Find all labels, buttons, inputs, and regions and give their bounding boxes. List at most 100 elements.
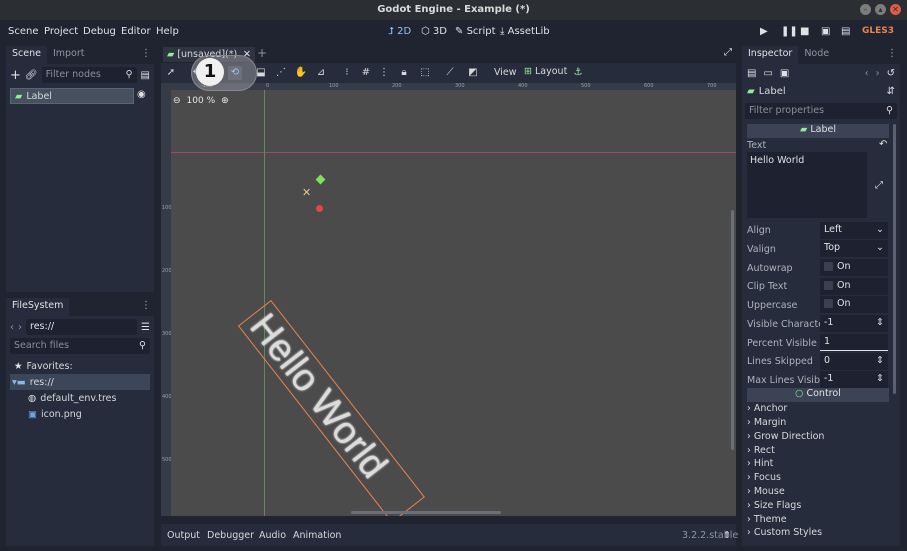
section-custom-styles[interactable]: › Custom Styles [747, 527, 889, 541]
file-row[interactable]: ▣ icon.png [10, 406, 150, 422]
prop-lines-skipped-spinbox[interactable]: 0 ⇕ [820, 353, 888, 370]
workspace-assetlib-button[interactable]: ⤓ AssetLib [500, 26, 550, 37]
menu-help[interactable]: Help [156, 26, 179, 37]
renderer-button[interactable]: GLES3 [862, 26, 894, 36]
grid-snap-icon[interactable]: # [359, 66, 373, 80]
section-size-flags[interactable]: › Size Flags [747, 500, 889, 514]
root-folder-row[interactable]: ▾▬ res:// [10, 374, 150, 390]
section-margin[interactable]: › Margin [747, 417, 889, 431]
prop-percent-visible-slider[interactable]: 1 [820, 334, 888, 351]
menu-project[interactable]: Project [44, 26, 78, 37]
pause-icon[interactable]: ❚❚ [781, 26, 798, 37]
pivot-icon[interactable]: ✕ [302, 186, 311, 199]
new-tab-icon[interactable]: + [257, 46, 267, 60]
back-icon[interactable]: ‹ [10, 322, 14, 333]
path-field[interactable]: res:// [26, 319, 138, 335]
workspace-script-button[interactable]: ✎ Script [455, 26, 496, 37]
history-icon[interactable]: ↺ [887, 68, 895, 79]
layout-menu[interactable]: ⊞ Layout [524, 66, 567, 77]
scene-tree-node-label[interactable]: ▰ Label [10, 88, 134, 104]
tab-filesystem[interactable]: FileSystem [6, 298, 70, 316]
tab-output[interactable]: Output [167, 530, 200, 541]
bone-icon[interactable]: ⟋ [443, 66, 457, 80]
group-icon[interactable]: ⬚ [418, 66, 432, 80]
section-theme[interactable]: › Theme [747, 514, 889, 528]
select-mode-icon[interactable]: ➚ [164, 66, 178, 80]
prop-visible-characters-spinbox[interactable]: -1 ⇕ [820, 315, 888, 332]
play-custom-scene-icon[interactable]: ▤ [841, 26, 850, 37]
horizontal-scrollbar[interactable] [351, 511, 501, 514]
dock-menu-icon[interactable]: ⋮ [884, 46, 900, 64]
distraction-free-icon[interactable]: ⤢ [724, 47, 732, 58]
menu-editor[interactable]: Editor [121, 26, 151, 37]
revert-icon[interactable]: ↶ [879, 139, 887, 150]
prop-clip-text-checkbox[interactable]: On [820, 278, 888, 295]
save-icon[interactable]: ▣ [780, 68, 789, 79]
snap-options-icon[interactable]: ⋮ [377, 66, 391, 80]
workspace-2d-button[interactable]: ⮥ 2D [388, 26, 411, 37]
text-property-editor[interactable]: Hello World [747, 152, 867, 218]
tab-audio[interactable]: Audio [259, 530, 286, 541]
filter-nodes-input[interactable]: Filter nodes ⚲ [41, 67, 137, 83]
ruler-mode-icon[interactable]: ⊿ [314, 66, 328, 80]
maximize-icon[interactable]: ▴ [875, 4, 886, 15]
split-mode-icon[interactable]: ☰ [141, 322, 150, 333]
section-grow-direction[interactable]: › Grow Direction [747, 431, 889, 445]
smart-snap-icon[interactable]: ⁝ [340, 66, 354, 80]
view-menu[interactable]: View [494, 67, 517, 78]
file-row[interactable]: ◍ default_env.tres [10, 390, 150, 406]
camera-icon[interactable]: ◩ [466, 66, 480, 80]
section-mouse[interactable]: › Mouse [747, 486, 889, 500]
favorites-row[interactable]: ★ Favorites: [10, 358, 150, 374]
tab-node[interactable]: Node [798, 46, 835, 64]
inspector-scrollbar[interactable] [893, 124, 896, 394]
open-folder-icon[interactable]: ▭ [763, 68, 772, 79]
list-select-icon[interactable]: ⋰ [274, 66, 288, 80]
close-window-icon[interactable]: ✕ [890, 4, 901, 15]
object-properties-icon[interactable]: ⇵ [887, 86, 895, 97]
expand-panel-icon[interactable]: ⇑ [723, 530, 731, 541]
anchor-icon[interactable]: ⚓︎ [571, 66, 585, 80]
prop-max-lines-spinbox[interactable]: -1 ⇕ [820, 371, 888, 388]
search-files-input[interactable]: Search files ⚲ [10, 338, 150, 354]
add-node-icon[interactable]: + [10, 68, 21, 83]
visibility-eye-icon[interactable]: ◉ [137, 89, 146, 100]
pan-mode-icon[interactable]: ✋ [294, 66, 308, 80]
canvas-viewport[interactable]: ⊖ 100 % ⊕ Hello World ✕ [171, 90, 736, 516]
link-icon[interactable]: 🔗︎ [25, 70, 38, 81]
prop-align-select[interactable]: Left ⌄ [820, 222, 888, 239]
dock-menu-icon[interactable]: ⋮ [138, 46, 154, 64]
rotation-handle-icon[interactable] [315, 174, 326, 185]
zoom-in-icon[interactable]: ⊕ [221, 96, 229, 106]
workspace-3d-button[interactable]: ⬡ 3D [421, 26, 447, 37]
prop-uppercase-checkbox[interactable]: On [820, 296, 888, 313]
tab-inspector[interactable]: Inspector [742, 46, 799, 64]
history-forward-icon[interactable]: › [876, 68, 880, 79]
label-node-selection-box[interactable]: Hello World [237, 300, 425, 516]
section-anchor[interactable]: › Anchor [747, 403, 889, 417]
lock-icon[interactable]: 🔒︎ [397, 66, 411, 80]
menu-debug[interactable]: Debug [83, 26, 116, 37]
history-back-icon[interactable]: ‹ [865, 68, 869, 79]
section-rect[interactable]: › Rect [747, 445, 889, 459]
section-focus[interactable]: › Focus [747, 472, 889, 486]
zoom-level[interactable]: 100 % [187, 96, 216, 106]
script-add-icon[interactable]: ▤ [141, 70, 150, 81]
new-resource-icon[interactable]: ▤ [747, 68, 756, 79]
prop-autowrap-checkbox[interactable]: On [820, 259, 888, 276]
section-hint[interactable]: › Hint [747, 458, 889, 472]
tab-animation[interactable]: Animation [293, 530, 341, 541]
zoom-out-icon[interactable]: ⊖ [173, 96, 181, 106]
prop-valign-select[interactable]: Top ⌄ [820, 240, 888, 257]
vertical-scrollbar[interactable] [731, 210, 734, 450]
filter-properties-input[interactable]: Filter properties ⚲ [745, 103, 897, 119]
forward-icon[interactable]: › [18, 322, 22, 333]
minimize-icon[interactable]: – [860, 4, 871, 15]
tab-scene[interactable]: Scene [6, 46, 47, 64]
dock-menu-icon[interactable]: ⋮ [138, 298, 154, 316]
menu-scene[interactable]: Scene [8, 26, 39, 37]
stop-icon[interactable]: ■ [800, 26, 809, 37]
tab-import[interactable]: Import [47, 46, 91, 64]
play-scene-icon[interactable]: ▣ [821, 26, 830, 37]
play-icon[interactable]: ▶ [760, 26, 768, 37]
